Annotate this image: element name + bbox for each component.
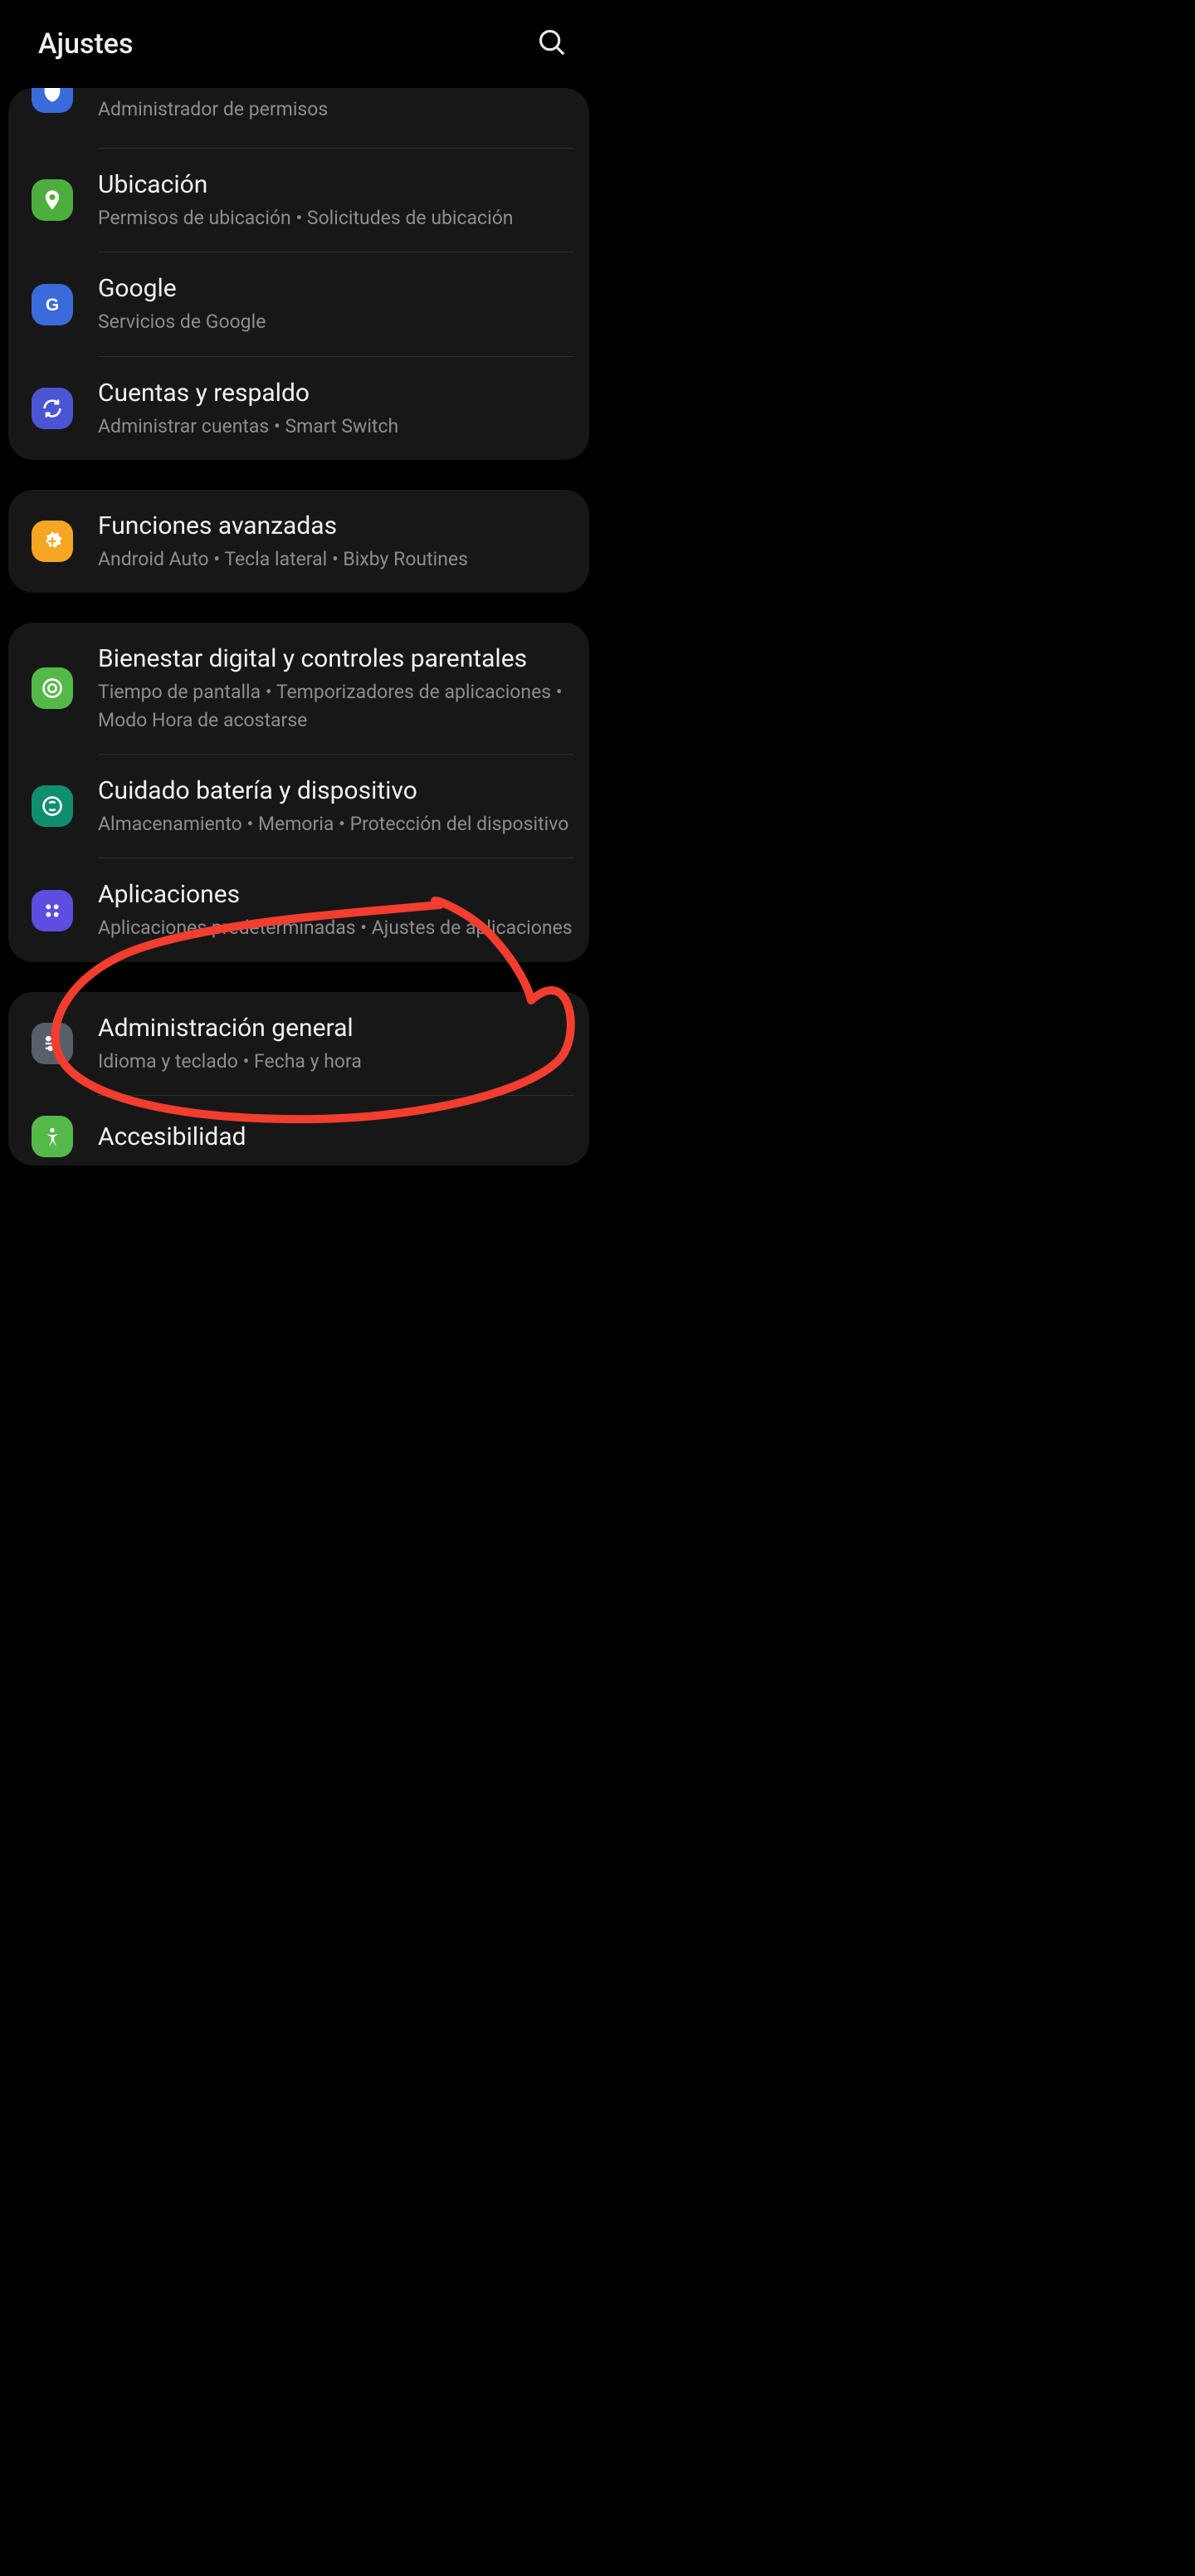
setting-title: Ubicación bbox=[98, 169, 574, 201]
google-icon: G bbox=[32, 284, 73, 325]
plus-badge-icon bbox=[32, 521, 73, 562]
setting-title: Accesibilidad bbox=[98, 1121, 574, 1153]
setting-item-general[interactable]: Administración general Idioma y teclado … bbox=[8, 992, 589, 1095]
setting-text: Administración general Idioma y teclado … bbox=[98, 1012, 574, 1075]
search-icon[interactable] bbox=[536, 27, 568, 61]
setting-text: Cuidado batería y dispositivo Almacenami… bbox=[98, 775, 574, 838]
setting-item-google[interactable]: G Google Servicios de Google bbox=[8, 252, 589, 355]
setting-title: Cuentas y respaldo bbox=[98, 377, 574, 409]
setting-text: Ubicación Permisos de ubicación • Solici… bbox=[98, 169, 574, 232]
setting-subtitle: Aplicaciones predeterminadas • Ajustes d… bbox=[98, 914, 574, 941]
svg-text:G: G bbox=[46, 296, 59, 315]
settings-group: Administrador de permisos Ubicación Perm… bbox=[8, 88, 589, 460]
setting-item-privacy[interactable]: Administrador de permisos bbox=[8, 88, 589, 148]
setting-subtitle: Almacenamiento • Memoria • Protección de… bbox=[98, 810, 574, 838]
setting-subtitle: Administrador de permisos bbox=[98, 95, 574, 123]
setting-item-advanced[interactable]: Funciones avanzadas Android Auto • Tecla… bbox=[8, 490, 589, 593]
setting-subtitle: Servicios de Google bbox=[98, 308, 574, 335]
setting-subtitle: Idioma y teclado • Fecha y hora bbox=[98, 1048, 574, 1075]
shield-icon bbox=[32, 88, 73, 113]
setting-text: Administrador de permisos bbox=[98, 92, 574, 123]
person-icon bbox=[32, 1116, 73, 1157]
setting-text: Aplicaciones Aplicaciones predeterminada… bbox=[98, 878, 574, 941]
setting-item-accessibility[interactable]: Accesibilidad bbox=[8, 1096, 589, 1166]
settings-group: Bienestar digital y controles parentales… bbox=[8, 623, 589, 961]
setting-title: Google bbox=[98, 272, 574, 305]
setting-text: Google Servicios de Google bbox=[98, 272, 574, 335]
apps-grid-icon bbox=[32, 890, 73, 931]
sync-icon bbox=[32, 388, 73, 429]
setting-item-device-care[interactable]: Cuidado batería y dispositivo Almacenami… bbox=[8, 755, 589, 858]
setting-text: Funciones avanzadas Android Auto • Tecla… bbox=[98, 510, 574, 573]
setting-text: Accesibilidad bbox=[98, 1121, 574, 1153]
sliders-icon bbox=[32, 1023, 73, 1064]
page-header: Ajustes bbox=[0, 0, 598, 88]
setting-title: Funciones avanzadas bbox=[98, 510, 574, 542]
setting-text: Cuentas y respaldo Administrar cuentas •… bbox=[98, 377, 574, 440]
page-title: Ajustes bbox=[38, 27, 134, 61]
refresh-circle-icon bbox=[32, 785, 73, 827]
setting-item-accounts[interactable]: Cuentas y respaldo Administrar cuentas •… bbox=[8, 357, 589, 460]
setting-subtitle: Android Auto • Tecla lateral • Bixby Rou… bbox=[98, 545, 574, 573]
settings-group: Administración general Idioma y teclado … bbox=[8, 992, 589, 1166]
setting-item-apps[interactable]: Aplicaciones Aplicaciones predeterminada… bbox=[8, 858, 589, 961]
setting-item-wellbeing[interactable]: Bienestar digital y controles parentales… bbox=[8, 623, 589, 754]
setting-item-location[interactable]: Ubicación Permisos de ubicación • Solici… bbox=[8, 149, 589, 252]
heart-circle-icon bbox=[32, 667, 73, 709]
setting-title: Aplicaciones bbox=[98, 878, 574, 911]
setting-subtitle: Permisos de ubicación • Solicitudes de u… bbox=[98, 204, 574, 232]
settings-group: Funciones avanzadas Android Auto • Tecla… bbox=[8, 490, 589, 593]
setting-title: Bienestar digital y controles parentales bbox=[98, 643, 574, 675]
setting-title: Cuidado batería y dispositivo bbox=[98, 775, 574, 807]
setting-text: Bienestar digital y controles parentales… bbox=[98, 643, 574, 734]
pin-icon bbox=[32, 179, 73, 221]
setting-subtitle: Tiempo de pantalla • Temporizadores de a… bbox=[98, 678, 574, 734]
setting-title: Administración general bbox=[98, 1012, 574, 1044]
setting-subtitle: Administrar cuentas • Smart Switch bbox=[98, 413, 574, 440]
